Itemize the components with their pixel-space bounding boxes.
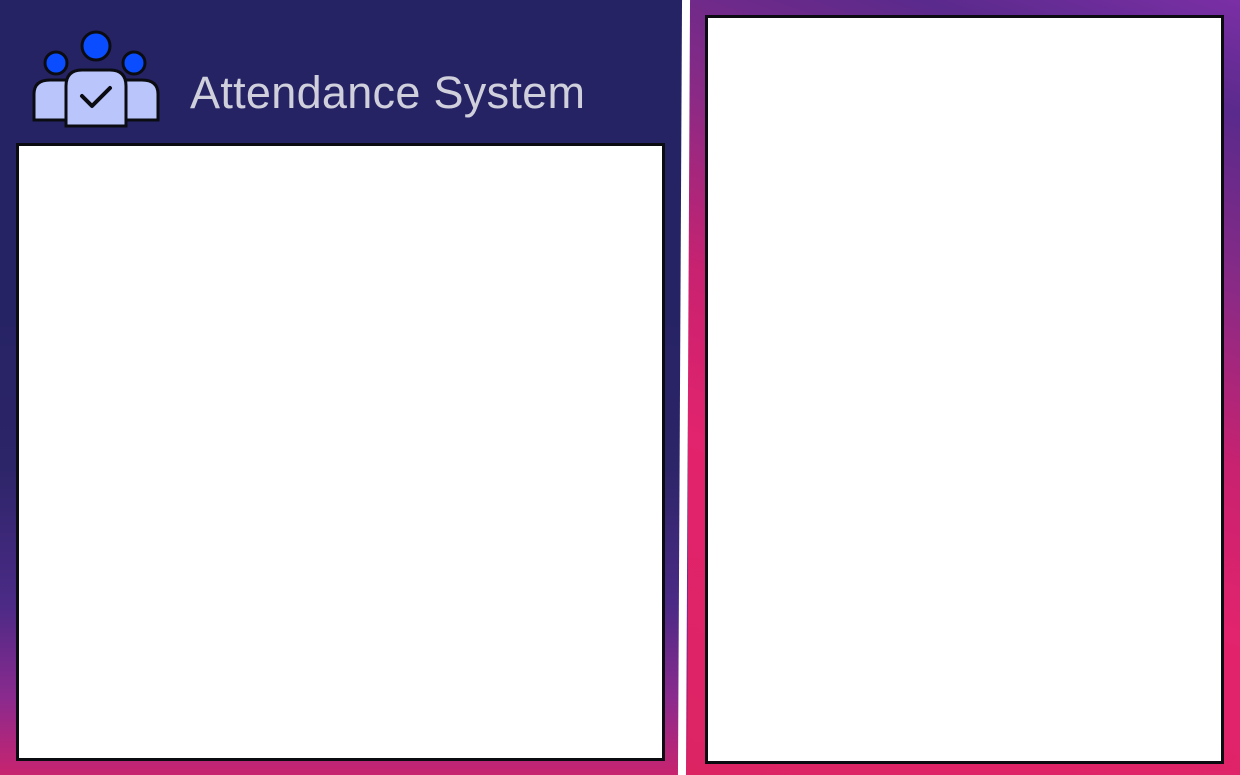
app-header: Attendance System — [0, 0, 680, 140]
app-title: Attendance System — [190, 67, 586, 118]
attendance-group-icon — [32, 30, 160, 128]
right-content-panel — [705, 15, 1224, 764]
left-content-panel — [16, 143, 665, 761]
